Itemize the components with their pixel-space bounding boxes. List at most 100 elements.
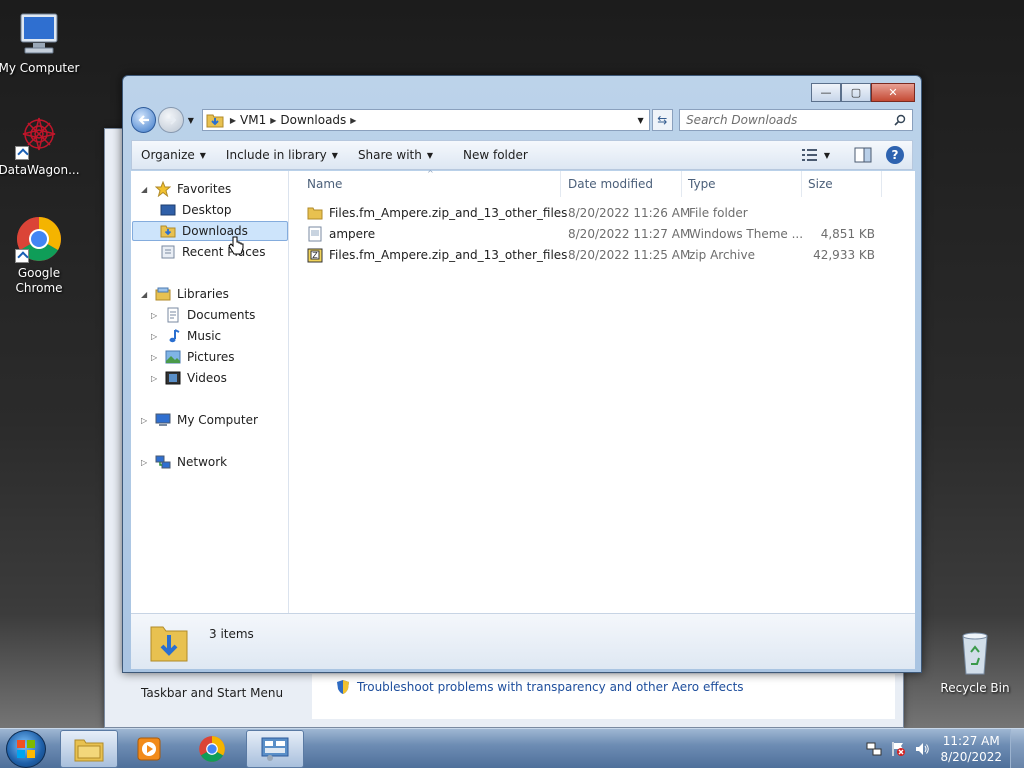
nav-desktop[interactable]: Desktop	[160, 200, 232, 220]
taskbar-chrome[interactable]	[183, 730, 241, 768]
column-label: Date modified	[568, 177, 654, 191]
column-header-type[interactable]: Type	[682, 171, 802, 197]
include-in-library-button[interactable]: Include in library ▼	[217, 148, 347, 162]
breadcrumb-separator[interactable]: ▶	[270, 116, 276, 125]
include-label: Include in library	[225, 148, 327, 162]
file-type: File folder	[689, 206, 748, 220]
collapse-arrow-icon[interactable]: ◢	[141, 185, 149, 194]
taskbar-media-player[interactable]	[120, 730, 178, 768]
action-center-flag-icon[interactable]	[890, 741, 906, 757]
nav-recent-places[interactable]: Recent Places	[160, 242, 265, 262]
column-label: Type	[688, 177, 716, 191]
expand-arrow-icon[interactable]: ▷	[151, 374, 159, 383]
file-date: 8/20/2022 11:25 AM	[568, 248, 691, 262]
minimize-button[interactable]: —	[811, 83, 841, 102]
computer-icon	[15, 10, 63, 58]
media-player-icon	[137, 737, 161, 761]
search-icon	[894, 114, 906, 126]
nav-videos[interactable]: ▷ Videos	[151, 368, 227, 388]
address-bar[interactable]: ▶ VM1 ▶ Downloads ▶ ▼	[201, 109, 650, 131]
file-list: Name ^ Date modified Type Size Files.fm_…	[289, 169, 915, 613]
videos-icon	[165, 371, 181, 385]
back-arrow-icon	[138, 115, 149, 125]
expand-arrow-icon[interactable]: ▷	[141, 416, 149, 425]
desktop-icon-datawagon[interactable]: DataWagon...	[0, 112, 81, 178]
preview-pane-icon[interactable]	[854, 147, 872, 163]
expand-arrow-icon[interactable]: ▷	[151, 332, 159, 341]
file-row[interactable]: ampere 8/20/2022 11:27 AM Windows Theme …	[289, 224, 889, 245]
back-button[interactable]	[131, 107, 157, 133]
new-folder-button[interactable]: New folder	[454, 148, 537, 162]
address-dropdown[interactable]: ▼	[637, 116, 643, 125]
nav-downloads[interactable]: Downloads	[132, 221, 288, 241]
nav-label: Libraries	[177, 287, 229, 301]
taskbar-start-menu-link[interactable]: Taskbar and Start Menu	[141, 686, 283, 700]
file-date: 8/20/2022 11:27 AM	[568, 227, 691, 241]
breadcrumb-separator[interactable]: ▶	[350, 116, 356, 125]
expand-arrow-icon[interactable]: ▷	[141, 458, 149, 467]
expand-arrow-icon[interactable]: ▷	[151, 353, 159, 362]
file-size: 4,851 KB	[820, 227, 875, 241]
start-button[interactable]	[6, 730, 46, 768]
system-tray: 11:27 AM 8/20/2022	[854, 729, 1024, 768]
column-label: Name	[307, 177, 343, 191]
datawagon-icon	[15, 112, 63, 160]
help-icon[interactable]: ?	[886, 146, 904, 164]
theme-file-icon	[308, 226, 322, 242]
desktop-icon-label: My Computer	[0, 61, 80, 75]
change-view-button[interactable]: ▼	[801, 149, 830, 161]
nav-label: Favorites	[177, 182, 232, 196]
breadcrumb-vm1[interactable]: VM1	[240, 113, 266, 127]
aero-troubleshoot-link-text[interactable]: Troubleshoot problems with transparency …	[357, 680, 744, 694]
desktop-icon-recycle-bin[interactable]: Recycle Bin	[933, 630, 1017, 696]
clock[interactable]: 11:27 AM 8/20/2022	[940, 733, 1002, 765]
forward-button[interactable]	[158, 107, 184, 133]
breadcrumb-downloads[interactable]: Downloads	[280, 113, 346, 127]
details-pane: 3 items	[131, 613, 915, 669]
column-header-size[interactable]: Size	[802, 171, 882, 197]
chrome-icon	[199, 736, 225, 762]
shortcut-arrow-icon	[15, 249, 29, 263]
nav-music[interactable]: ▷ Music	[151, 326, 221, 346]
expand-arrow-icon[interactable]: ▷	[151, 311, 159, 320]
show-desktop-button[interactable]	[1010, 729, 1024, 768]
search-input[interactable]: Search Downloads	[679, 109, 913, 131]
close-button[interactable]: ✕	[871, 83, 915, 102]
file-row[interactable]: Z Files.fm_Ampere.zip_and_13_other_files…	[289, 245, 889, 266]
share-with-button[interactable]: Share with ▼	[349, 148, 442, 162]
file-row[interactable]: Files.fm_Ampere.zip_and_13_other_files 8…	[289, 203, 889, 224]
maximize-button[interactable]: ▢	[841, 83, 871, 102]
shortcut-arrow-icon	[15, 146, 29, 160]
desktop-icon-chrome[interactable]: Google Chrome	[0, 215, 81, 296]
recent-pages-dropdown[interactable]: ▼	[188, 116, 194, 125]
breadcrumb-separator[interactable]: ▶	[230, 116, 236, 125]
refresh-button[interactable]: ⇆	[651, 109, 674, 131]
item-count: 3 items	[209, 627, 254, 641]
nav-favorites[interactable]: ◢ Favorites	[141, 179, 231, 199]
chevron-down-icon: ▼	[199, 150, 206, 160]
nav-label: Pictures	[187, 350, 235, 364]
network-tray-icon[interactable]	[866, 741, 882, 757]
refresh-icon: ⇆	[657, 113, 668, 127]
taskbar-control-panel[interactable]	[246, 730, 304, 768]
clock-time: 11:27 AM	[942, 734, 1000, 748]
organize-button[interactable]: Organize ▼	[132, 148, 215, 162]
nav-documents[interactable]: ▷ Documents	[151, 305, 255, 325]
desktop-icon-label: DataWagon...	[0, 163, 80, 177]
recent-places-icon	[161, 245, 175, 259]
desktop-icon-my-computer[interactable]: My Computer	[0, 10, 81, 76]
aero-troubleshoot-link[interactable]: Troubleshoot problems with transparency …	[335, 679, 744, 695]
volume-icon[interactable]	[914, 741, 930, 757]
nav-libraries[interactable]: ◢ Libraries	[141, 284, 229, 304]
downloads-folder-icon	[160, 225, 176, 238]
collapse-arrow-icon[interactable]: ◢	[141, 290, 149, 299]
folder-icon	[307, 207, 323, 220]
column-header-date[interactable]: Date modified	[562, 171, 682, 197]
column-header-name[interactable]: Name ^	[301, 169, 561, 197]
taskbar-explorer[interactable]	[60, 730, 118, 768]
nav-my-computer[interactable]: ▷ My Computer	[141, 410, 258, 430]
file-name: Files.fm_Ampere.zip_and_13_other_files	[329, 248, 568, 262]
nav-network[interactable]: ▷ Network	[141, 452, 227, 472]
taskbar: 11:27 AM 8/20/2022	[0, 728, 1024, 768]
nav-pictures[interactable]: ▷ Pictures	[151, 347, 235, 367]
